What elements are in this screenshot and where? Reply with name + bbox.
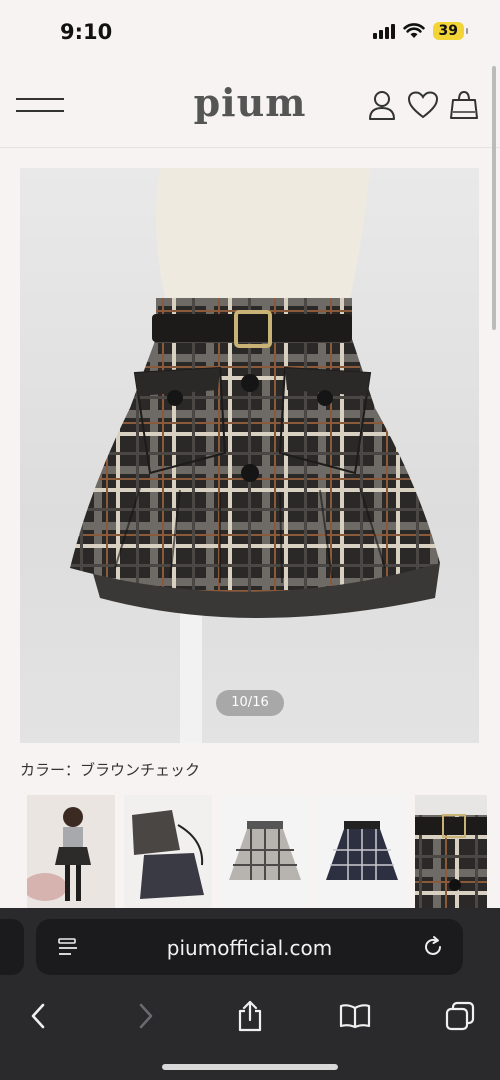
gray-check-skirt-image (221, 795, 309, 915)
status-bar: 9:10 39 (0, 0, 500, 66)
forward-button[interactable] (126, 996, 166, 1036)
thumbnail-flat-lay-two-skirts[interactable] (124, 795, 212, 915)
reload-icon[interactable] (421, 935, 445, 959)
image-counter: 10/16 (216, 690, 284, 716)
share-icon (238, 1000, 262, 1032)
back-button[interactable] (18, 996, 58, 1036)
forward-icon (139, 1003, 153, 1029)
previous-tab-preview[interactable] (0, 919, 24, 975)
thumbnail-strip (27, 795, 487, 915)
flat-lay-image (124, 795, 212, 915)
thumbnail-navy-check-skirt[interactable] (318, 795, 406, 915)
shopping-bag-icon[interactable] (450, 90, 478, 120)
thumbnail-model-photo[interactable] (27, 795, 115, 915)
battery-indicator: 39 (432, 22, 469, 40)
color-label: カラー：ブラウンチェック (20, 761, 201, 779)
address-bar[interactable]: piumofficial.com (36, 919, 463, 975)
back-icon (31, 1003, 45, 1029)
tabs-icon (445, 1001, 475, 1031)
navy-check-skirt-image (318, 795, 406, 915)
url-text: piumofficial.com (166, 936, 333, 960)
page-scrollbar[interactable] (492, 66, 496, 330)
browser-toolbar (0, 986, 500, 1046)
share-button[interactable] (230, 996, 270, 1036)
product-main-image[interactable] (20, 168, 479, 743)
status-time: 9:10 (60, 20, 113, 44)
bookmarks-button[interactable] (335, 996, 375, 1036)
brown-check-closeup-image (415, 795, 487, 915)
cellular-signal-icon (372, 23, 395, 39)
tabs-button[interactable] (440, 996, 480, 1036)
skirt-photo (70, 168, 440, 743)
thumbnail-gray-check-skirt[interactable] (221, 795, 309, 915)
thumbnail-brown-check-skirt-closeup[interactable] (415, 795, 487, 915)
bookmarks-icon (339, 1004, 371, 1029)
browser-bottom-bar: piumofficial.com (0, 908, 500, 1080)
heart-icon[interactable] (408, 91, 438, 119)
site-header: pium (0, 66, 500, 148)
wifi-icon (402, 23, 425, 38)
status-icons: 39 (372, 22, 469, 40)
header-icons (368, 90, 478, 120)
person-icon[interactable] (368, 90, 396, 120)
model-photo-image (27, 795, 115, 915)
home-indicator (162, 1064, 338, 1070)
